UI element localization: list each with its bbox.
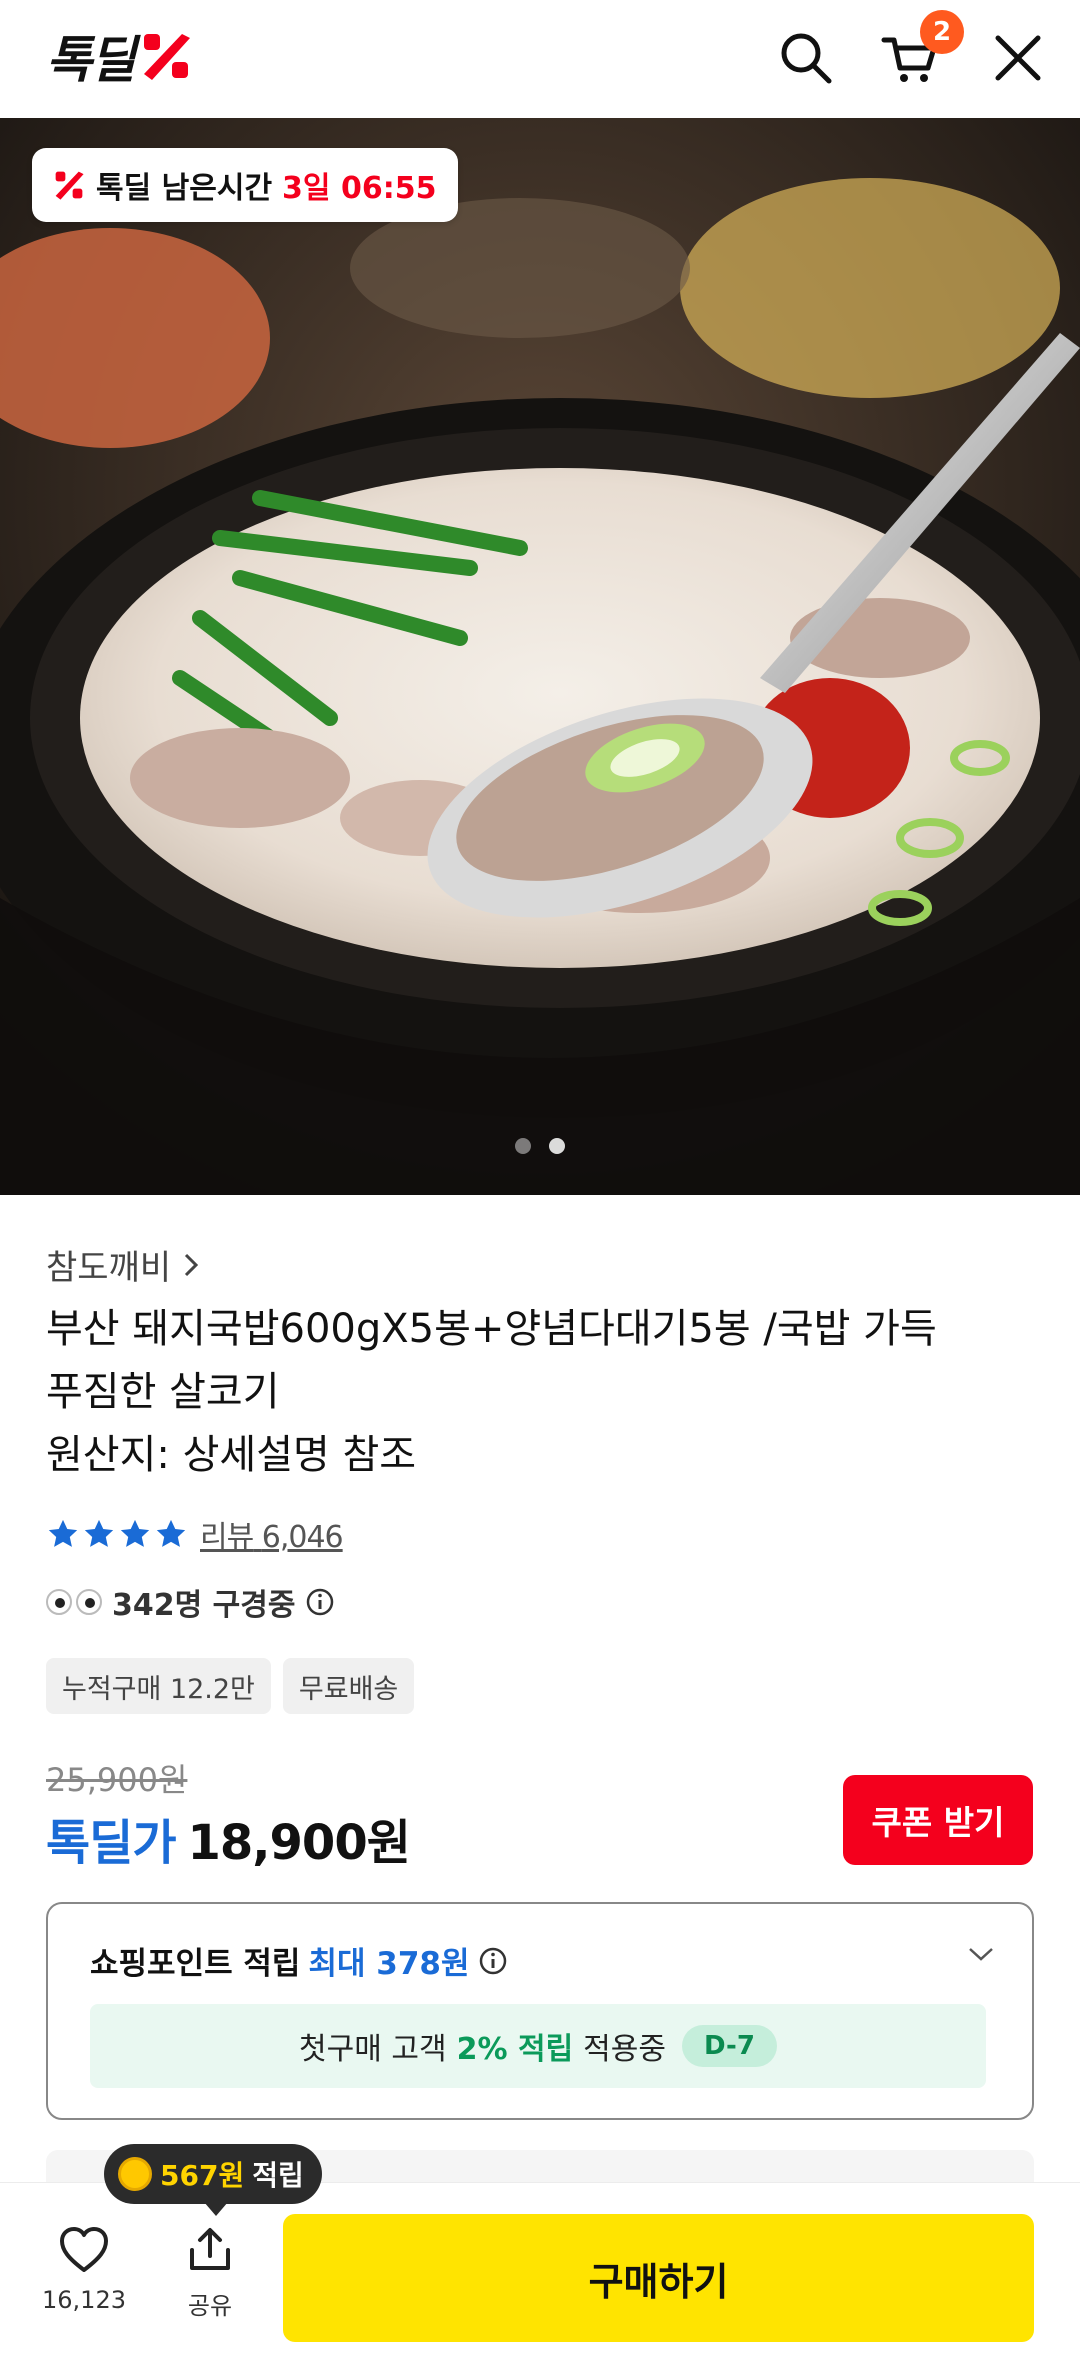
- close-icon[interactable]: [988, 28, 1048, 88]
- timer-remaining: 3일 06:55: [282, 171, 437, 206]
- product-title: 부산 돼지국밥600gX5봉+양념다대기5봉 /국밥 가득 푸짐한 살코기 원산…: [46, 1298, 1036, 1487]
- logo-text: 톡딜: [46, 31, 136, 89]
- carousel-indicator: [0, 1138, 1080, 1154]
- reward-label: 적립: [252, 2159, 304, 2192]
- share-icon: [190, 2228, 230, 2270]
- product-image-carousel[interactable]: 톡딜 남은시간 3일 06:55: [0, 118, 1080, 1195]
- star-icon: [48, 1519, 78, 1547]
- talkdeal-logo[interactable]: 톡딜: [46, 26, 194, 89]
- chevron-down-icon[interactable]: [966, 1944, 996, 1964]
- carousel-dot[interactable]: [515, 1138, 531, 1154]
- first-buy-suffix: 적용중: [583, 2032, 666, 2067]
- points-title: 쇼핑포인트 적립: [90, 1946, 301, 1982]
- rating-stars: [46, 1517, 188, 1551]
- like-count: 16,123: [42, 2286, 126, 2314]
- share-label: 공유: [187, 2292, 233, 2320]
- reward-amount: 567원: [160, 2159, 245, 2192]
- deal-price-row: 톡딜가 18,900원: [46, 1803, 411, 1873]
- info-icon[interactable]: [478, 1946, 508, 1976]
- app-header: 톡딜 2: [0, 0, 1080, 118]
- product-photo: [0, 118, 1080, 1195]
- tag-cumulative-purchases: 누적구매 12.2만: [46, 1658, 271, 1714]
- star-icon: [120, 1519, 150, 1547]
- like-button[interactable]: 16,123: [36, 2226, 132, 2314]
- deal-timer-badge: 톡딜 남은시간 3일 06:55: [32, 148, 459, 222]
- watching-text: 342명 구경중: [112, 1588, 296, 1623]
- cart-count-badge: 2: [920, 10, 964, 54]
- first-buy-percent: 2% 적립: [456, 2032, 574, 2067]
- chevron-right-icon: [185, 1253, 199, 1276]
- info-icon[interactable]: [305, 1587, 335, 1617]
- tag-free-shipping: 무료배송: [282, 1658, 415, 1714]
- share-button[interactable]: 공유: [162, 2226, 258, 2321]
- heart-icon: [60, 2227, 108, 2272]
- percent-icon: [55, 171, 84, 200]
- get-coupon-button[interactable]: 쿠폰 받기: [843, 1775, 1033, 1865]
- first-buy-prefix: 첫구매 고객: [299, 2032, 447, 2067]
- star-icon: [156, 1519, 186, 1547]
- deal-price: 18,900원: [187, 1815, 410, 1871]
- seller-name: 참도깨비: [46, 1248, 172, 1288]
- product-origin: 원산지: 상세설명 참조: [46, 1432, 417, 1478]
- points-max: 최대 378원: [308, 1946, 470, 1982]
- original-price: 25,900원: [46, 1761, 188, 1799]
- product-tags: 누적구매 12.2만 무료배송: [46, 1658, 415, 1714]
- deal-price-label: 톡딜가: [46, 1815, 176, 1871]
- dday-badge: D-7: [681, 2025, 777, 2067]
- product-title-line: 푸짐한 살코기: [46, 1369, 280, 1415]
- review-link[interactable]: 리뷰 6,046: [200, 1512, 344, 1556]
- rating-row: 리뷰 6,046: [46, 1512, 344, 1556]
- eyes-icon: [46, 1589, 102, 1615]
- buy-now-button[interactable]: 구매하기: [283, 2214, 1034, 2342]
- watching-count: 342명 구경중: [46, 1580, 335, 1624]
- star-icon: [84, 1519, 114, 1547]
- coin-icon: [118, 2157, 152, 2191]
- review-label: 리뷰: [200, 1520, 254, 1555]
- percent-logo-icon: [144, 34, 190, 80]
- carousel-dot-active[interactable]: [549, 1138, 565, 1154]
- seller-link[interactable]: 참도깨비: [46, 1240, 201, 1289]
- product-title-line: 부산 돼지국밥600gX5봉+양념다대기5봉 /국밥 가득: [46, 1306, 937, 1352]
- shopping-points-panel[interactable]: 쇼핑포인트 적립 최대 378원 첫구매 고객 2% 적립 적용중 D-7: [46, 1902, 1034, 2120]
- points-title-row: 쇼핑포인트 적립 최대 378원: [90, 1938, 508, 1983]
- timer-label: 톡딜 남은시간: [96, 171, 273, 206]
- search-icon[interactable]: [776, 28, 836, 88]
- reward-tooltip: 567원 적립: [104, 2144, 322, 2216]
- first-purchase-banner: 첫구매 고객 2% 적립 적용중 D-7: [90, 2004, 986, 2088]
- review-count: 6,046: [261, 1520, 344, 1555]
